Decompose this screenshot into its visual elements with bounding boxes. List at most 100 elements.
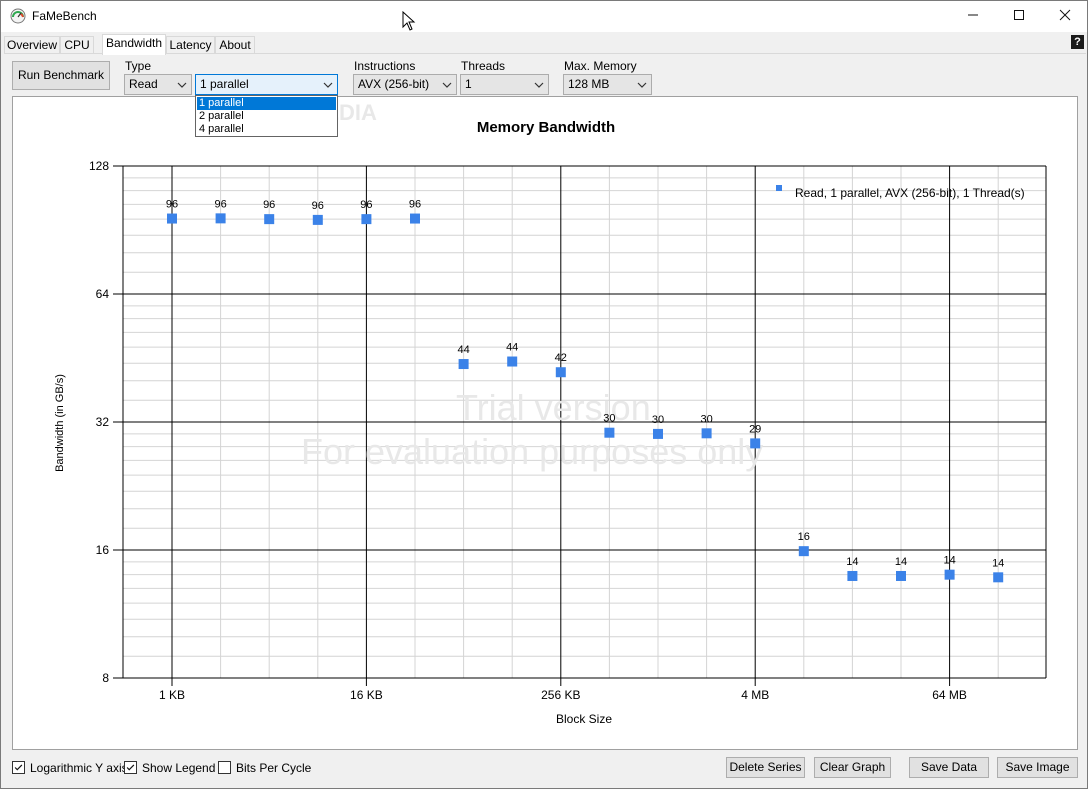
x-tick-label: 256 KB <box>541 688 580 702</box>
chevron-down-icon <box>442 82 452 88</box>
x-axis-label: Block Size <box>556 712 612 726</box>
run-benchmark-button[interactable]: Run Benchmark <box>12 61 110 90</box>
threads-select-value: 1 <box>465 77 472 91</box>
data-label: 44 <box>506 342 518 354</box>
title-bar: FaMeBench <box>1 1 1087 32</box>
tab-about[interactable]: About <box>215 36 255 54</box>
data-point <box>993 572 1004 583</box>
data-point <box>215 213 226 224</box>
data-point <box>410 213 420 224</box>
tab-latency[interactable]: Latency <box>166 36 215 54</box>
data-point <box>458 359 469 370</box>
x-tick-label: 1 KB <box>159 688 185 702</box>
data-point <box>555 367 566 378</box>
save-image-button[interactable]: Save Image <box>997 757 1078 778</box>
instructions-select-value: AVX (256-bit) <box>358 77 430 91</box>
close-button[interactable] <box>1042 1 1087 32</box>
chevron-down-icon <box>177 82 187 88</box>
data-label: 96 <box>360 199 372 211</box>
data-point <box>653 428 663 439</box>
data-label: 96 <box>312 200 324 212</box>
y-tick-label: 16 <box>96 543 110 557</box>
legend-marker <box>776 185 782 191</box>
maximize-button[interactable] <box>996 1 1042 32</box>
data-label: 96 <box>166 199 178 211</box>
data-point <box>507 356 518 367</box>
type-select-value: Read <box>129 77 158 91</box>
chevron-down-icon <box>323 82 333 88</box>
famebench-window: FaMeBench Overview CPU Bandwidth Latency… <box>0 0 1088 789</box>
save-data-button[interactable]: Save Data <box>909 757 989 778</box>
type-select[interactable]: Read <box>124 74 192 95</box>
chart-area: SOFTPEDIA Trial version For evaluation p… <box>12 96 1078 750</box>
y-axis-label: Bandwidth (in GB/s) <box>54 374 66 472</box>
data-label: 29 <box>749 423 761 435</box>
x-tick-label: 16 KB <box>350 688 383 702</box>
chart-title: Memory Bandwidth <box>477 119 615 136</box>
legend-entry: Read, 1 parallel, AVX (256-bit), 1 Threa… <box>795 186 1025 200</box>
y-tick-label: 32 <box>96 415 110 429</box>
data-label: 44 <box>457 344 469 356</box>
watermark-line-1: Trial version <box>456 387 651 428</box>
data-label: 96 <box>409 199 421 211</box>
data-label: 14 <box>943 555 955 567</box>
bandwidth-chart: SOFTPEDIA Trial version For evaluation p… <box>54 100 1047 726</box>
tab-overview[interactable]: Overview <box>4 36 60 54</box>
logarithmic-y-label: Logarithmic Y axis <box>30 761 128 775</box>
data-point <box>701 428 712 439</box>
x-tick-label: 4 MB <box>741 688 769 702</box>
data-point <box>750 438 761 449</box>
legend: Read, 1 parallel, AVX (256-bit), 1 Threa… <box>776 185 1025 200</box>
instructions-select[interactable]: AVX (256-bit) <box>353 74 457 95</box>
data-label: 96 <box>214 198 226 210</box>
bits-per-cycle-checkbox[interactable]: Bits Per Cycle <box>218 761 312 775</box>
x-tick-label: 64 MB <box>932 688 967 702</box>
close-icon <box>1059 9 1071 21</box>
window-title: FaMeBench <box>32 9 97 23</box>
chevron-down-icon <box>534 82 544 88</box>
parallel-select-value: 1 parallel <box>200 77 249 91</box>
parallel-select[interactable]: 1 parallel <box>195 74 338 95</box>
app-gauge-icon <box>10 8 26 24</box>
data-point <box>944 569 955 580</box>
checkbox-unchecked-icon <box>218 761 231 774</box>
type-label: Type <box>125 59 152 73</box>
data-point <box>264 214 275 225</box>
max-memory-select[interactable]: 128 MB <box>563 74 652 95</box>
data-point <box>604 427 615 438</box>
mouse-cursor-icon <box>402 11 416 31</box>
threads-label: Threads <box>461 59 506 73</box>
minimize-button[interactable] <box>950 1 996 32</box>
tab-bandwidth[interactable]: Bandwidth <box>102 34 166 55</box>
data-label: 30 <box>700 413 712 425</box>
data-point <box>361 214 372 225</box>
y-tick-label: 8 <box>102 671 109 685</box>
data-label: 14 <box>846 556 858 568</box>
delete-series-button[interactable]: Delete Series <box>726 757 805 778</box>
dropdown-option-1-parallel[interactable]: 1 parallel <box>197 97 336 110</box>
watermark-line-2: For evaluation purposes only <box>301 431 763 472</box>
help-button[interactable]: ? <box>1071 35 1084 49</box>
data-point <box>847 570 858 581</box>
max-memory-label: Max. Memory <box>564 59 637 73</box>
data-label: 30 <box>652 414 664 426</box>
logarithmic-y-checkbox[interactable]: Logarithmic Y axis <box>12 761 128 775</box>
bits-per-cycle-label: Bits Per Cycle <box>236 761 312 775</box>
chevron-down-icon <box>637 82 647 88</box>
data-point <box>896 570 906 581</box>
dropdown-option-4-parallel[interactable]: 4 parallel <box>197 123 336 136</box>
checkbox-checked-icon <box>12 761 25 774</box>
show-legend-checkbox[interactable]: Show Legend <box>124 761 216 775</box>
clear-graph-button[interactable]: Clear Graph <box>814 757 891 778</box>
threads-select[interactable]: 1 <box>460 74 549 95</box>
show-legend-label: Show Legend <box>142 761 216 775</box>
data-label: 14 <box>895 556 907 568</box>
max-memory-select-value: 128 MB <box>568 77 610 91</box>
dropdown-option-2-parallel[interactable]: 2 parallel <box>197 110 336 123</box>
instructions-label: Instructions <box>354 59 416 73</box>
checkbox-checked-icon <box>124 761 137 774</box>
y-tick-label: 64 <box>96 287 110 301</box>
data-point <box>798 546 809 557</box>
tab-cpu[interactable]: CPU <box>60 36 94 54</box>
parallel-dropdown-list: 1 parallel 2 parallel 4 parallel <box>195 95 338 137</box>
